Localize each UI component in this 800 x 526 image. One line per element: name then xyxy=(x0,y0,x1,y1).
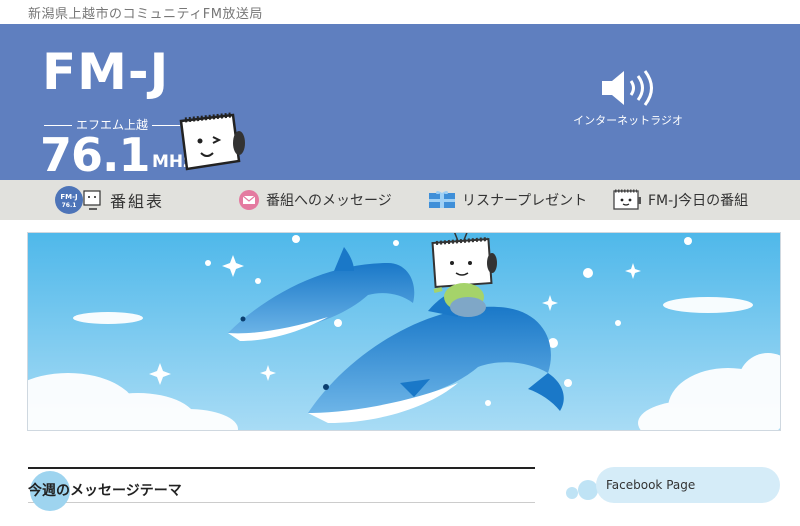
svg-text:FM-J: FM-J xyxy=(60,193,77,201)
facebook-page-title: Facebook Page xyxy=(606,478,696,492)
mascot-radio-icon xyxy=(613,189,641,210)
fmj-mascot-icon: FM-J 76.1 xyxy=(55,186,101,214)
gift-icon xyxy=(429,191,455,208)
nav-label-present: リスナープレゼント xyxy=(462,193,588,209)
mail-icon xyxy=(239,190,259,210)
top-bar: 新潟県上越市のコミュニティFM放送局 xyxy=(0,0,800,24)
decor-dot-icon xyxy=(566,487,578,499)
mascot-icon xyxy=(179,112,245,171)
site-logo[interactable]: FM-J エフエム上越 76.1 MHz xyxy=(40,43,270,180)
internet-radio-label: インターネットラジオ xyxy=(573,114,683,127)
nav-item-present[interactable]: リスナープレゼント xyxy=(428,180,587,220)
speaker-icon xyxy=(602,70,653,106)
svg-text:76.1: 76.1 xyxy=(62,202,77,209)
nav-label-schedule: 番組表 xyxy=(110,192,165,211)
site-header: FM-J エフエム上越 76.1 MHz インターネットラジオ xyxy=(0,24,800,180)
message-theme-section: 今週のメッセージテーマ xyxy=(28,467,535,511)
nav-item-today[interactable]: FM-J今日の番組 xyxy=(612,180,748,220)
facebook-page-section: Facebook Page xyxy=(566,467,780,505)
hero-banner xyxy=(27,232,781,431)
nav-label-message: 番組へのメッセージ xyxy=(266,193,392,209)
nav-label-today: FM-J今日の番組 xyxy=(648,193,749,209)
nav-item-message[interactable]: 番組へのメッセージ xyxy=(238,180,392,220)
logo-frequency: 76.1 xyxy=(40,128,150,182)
decor-dot-icon xyxy=(578,480,598,500)
logo-brand: FM-J xyxy=(42,43,170,101)
site-tagline: 新潟県上越市のコミュニティFM放送局 xyxy=(28,7,263,22)
dolphins-illustration xyxy=(28,233,780,430)
nav-item-schedule[interactable]: FM-J 76.1 番組表 xyxy=(54,180,164,220)
message-theme-title: 今週のメッセージテーマ xyxy=(28,483,182,499)
internet-radio-link[interactable]: インターネットラジオ xyxy=(566,68,690,148)
facebook-page-heading[interactable]: Facebook Page xyxy=(596,467,780,503)
main-nav: FM-J 76.1 番組表 番組へのメッセージ リスナープレゼント FM-J今日… xyxy=(0,180,800,220)
